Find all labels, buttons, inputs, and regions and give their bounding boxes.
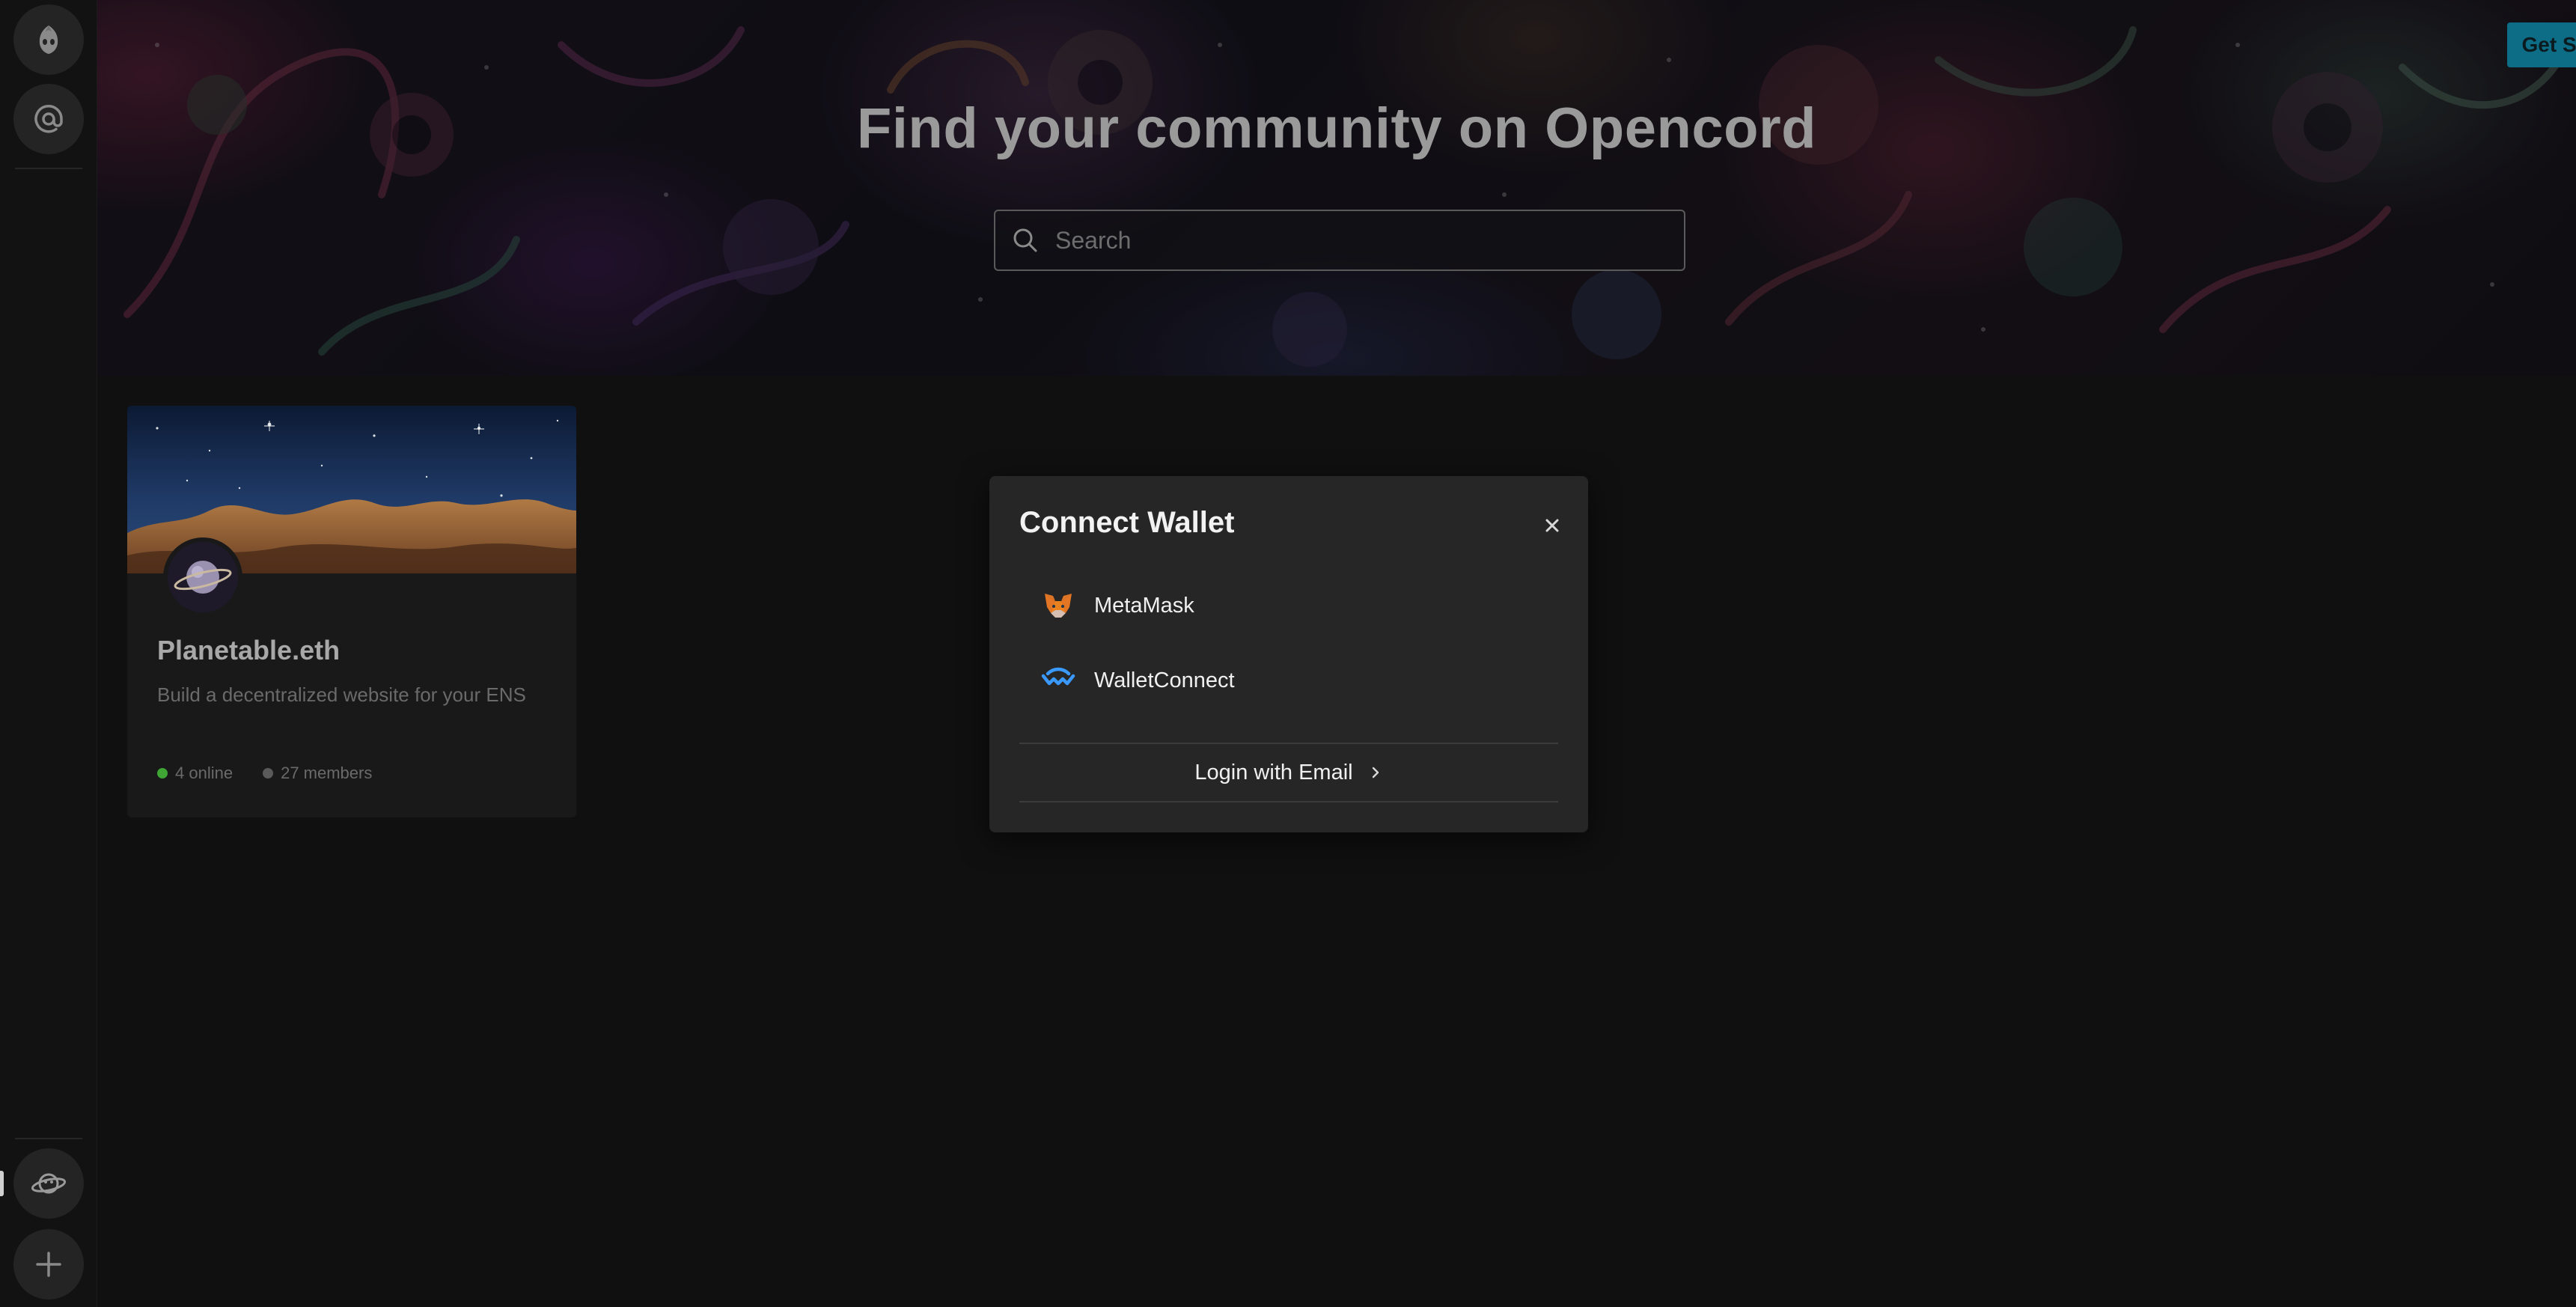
metamask-option[interactable]: MetaMask: [1040, 579, 1534, 632]
close-icon: [1545, 519, 1559, 532]
walletconnect-icon: [1041, 667, 1075, 686]
app-root: Find your community on Opencord Get Star…: [0, 0, 2576, 1307]
walletconnect-label: WalletConnect: [1094, 668, 1235, 692]
walletconnect-option[interactable]: WalletConnect: [1040, 654, 1534, 707]
login-with-email-button[interactable]: Login with Email: [1019, 744, 1558, 801]
modal-title: Connect Wallet: [1019, 506, 1235, 539]
metamask-fox-icon: [1045, 594, 1072, 618]
chevron-right-icon: [1372, 767, 1379, 779]
close-button[interactable]: [1536, 509, 1569, 542]
metamask-label: MetaMask: [1094, 593, 1194, 618]
modal-divider-bottom: [1019, 801, 1558, 802]
connect-wallet-modal: Connect Wallet MetaMask WalletConnect Lo…: [989, 476, 1588, 832]
login-with-email-label: Login with Email: [1194, 760, 1353, 784]
